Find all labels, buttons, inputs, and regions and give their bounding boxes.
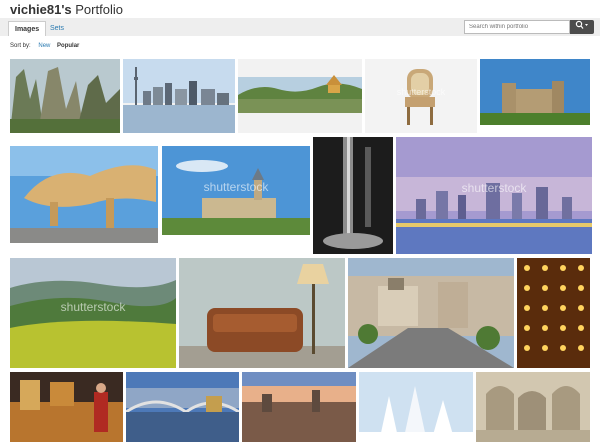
sort-option-popular[interactable]: Popular — [57, 43, 79, 49]
thumbnail-golden-lights[interactable] — [517, 258, 590, 368]
thumbnail-cloister-corridor[interactable] — [476, 372, 590, 442]
thumbnail-old-town-dusk[interactable] — [242, 372, 356, 442]
thumbnail-lake-pagoda[interactable] — [238, 59, 362, 133]
search-input[interactable] — [464, 20, 570, 34]
thumbnail-castle-hill[interactable] — [480, 59, 590, 125]
thumbnail-castle-blue-sky[interactable]: shutterstock — [162, 146, 310, 235]
thumbnail-snowy-trees[interactable] — [359, 372, 473, 442]
tab-images[interactable]: Images — [8, 21, 47, 36]
tab-sets[interactable]: Sets — [44, 21, 70, 36]
search-icon — [575, 20, 588, 29]
thumbnail-leather-sofa-lamp[interactable] — [179, 258, 345, 368]
thumbnail-waterfall-bw[interactable] — [313, 137, 393, 254]
thumbnail-antique-chair[interactable]: shutterstock — [365, 59, 477, 133]
portfolio-title-suffix: Portfolio — [75, 2, 123, 17]
thumbnail-madrid-street[interactable] — [348, 258, 514, 368]
portfolio-username: vichie81's — [10, 2, 72, 17]
search-button[interactable] — [570, 20, 594, 34]
caret-down-icon — [585, 24, 588, 26]
page-title: vichie81's Portfolio — [10, 2, 123, 17]
thumbnail-market-stall[interactable] — [10, 372, 123, 442]
sort-label: Sort by: — [10, 43, 31, 49]
thumbnail-toronto-skyline[interactable] — [123, 59, 235, 133]
thumbnail-karst-mountains[interactable] — [10, 59, 120, 133]
thumbnail-metropol-parasol[interactable] — [10, 146, 158, 243]
thumbnail-city-skyline-dusk[interactable]: shutterstock — [396, 137, 592, 254]
sort-option-new[interactable]: New — [38, 43, 50, 49]
thumbnail-green-valley[interactable]: shutterstock — [10, 258, 176, 368]
thumbnail-bridge-city[interactable] — [126, 372, 239, 442]
sort-bar: Sort by: New Popular — [10, 43, 79, 49]
